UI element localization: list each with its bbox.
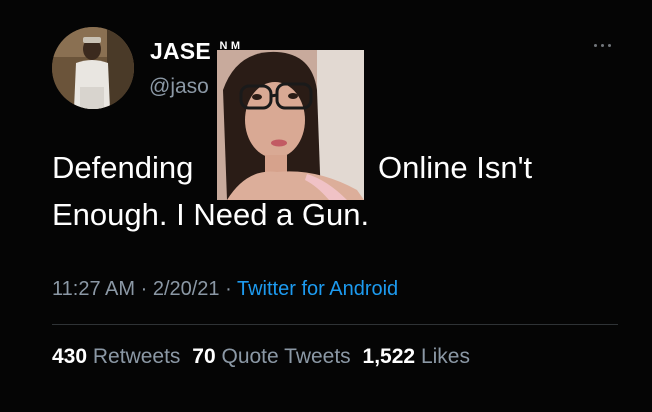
retweets-count: 430: [52, 345, 88, 368]
quotes-count: 70: [192, 345, 216, 368]
tweet-text-line2: Enough. I Need a Gun.: [52, 197, 370, 232]
overlay-photo-image: [217, 50, 364, 200]
likes-count: 1,522: [362, 345, 416, 368]
quote-tweets-label[interactable]: Quote Tweets: [221, 345, 350, 368]
tweet-stats: 430 Retweets 70 Quote Tweets 1,522 Likes: [52, 345, 470, 369]
meta-separator: ·: [225, 278, 232, 300]
tweet-source-link[interactable]: Twitter for Android: [237, 278, 398, 300]
tweet-date[interactable]: 2/20/21: [153, 278, 220, 300]
avatar-image: [52, 27, 134, 109]
divider-top: [52, 324, 618, 325]
more-dot: [608, 44, 611, 47]
tweet-card: JASE N M @jaso Defending Online Isn't En…: [0, 0, 652, 412]
more-dot: [601, 44, 604, 47]
meta-separator: ·: [140, 278, 148, 300]
likes-label[interactable]: Likes: [421, 345, 470, 368]
author-avatar[interactable]: [52, 27, 134, 109]
overlay-photo: [217, 50, 364, 200]
tweet-time[interactable]: 11:27 AM: [52, 278, 135, 300]
more-dot: [594, 44, 597, 47]
tweet-text-line1-after: Online Isn't: [378, 150, 533, 185]
more-horizontal-icon[interactable]: [592, 38, 616, 52]
tweet-meta: 11:27 AM · 2/20/21 · Twitter for Android: [52, 278, 398, 301]
author-name-text: JASE: [150, 38, 211, 64]
tweet-text-line1-before: Defending: [52, 150, 194, 185]
author-handle[interactable]: @jaso: [149, 75, 209, 99]
retweets-label[interactable]: Retweets: [93, 345, 181, 368]
